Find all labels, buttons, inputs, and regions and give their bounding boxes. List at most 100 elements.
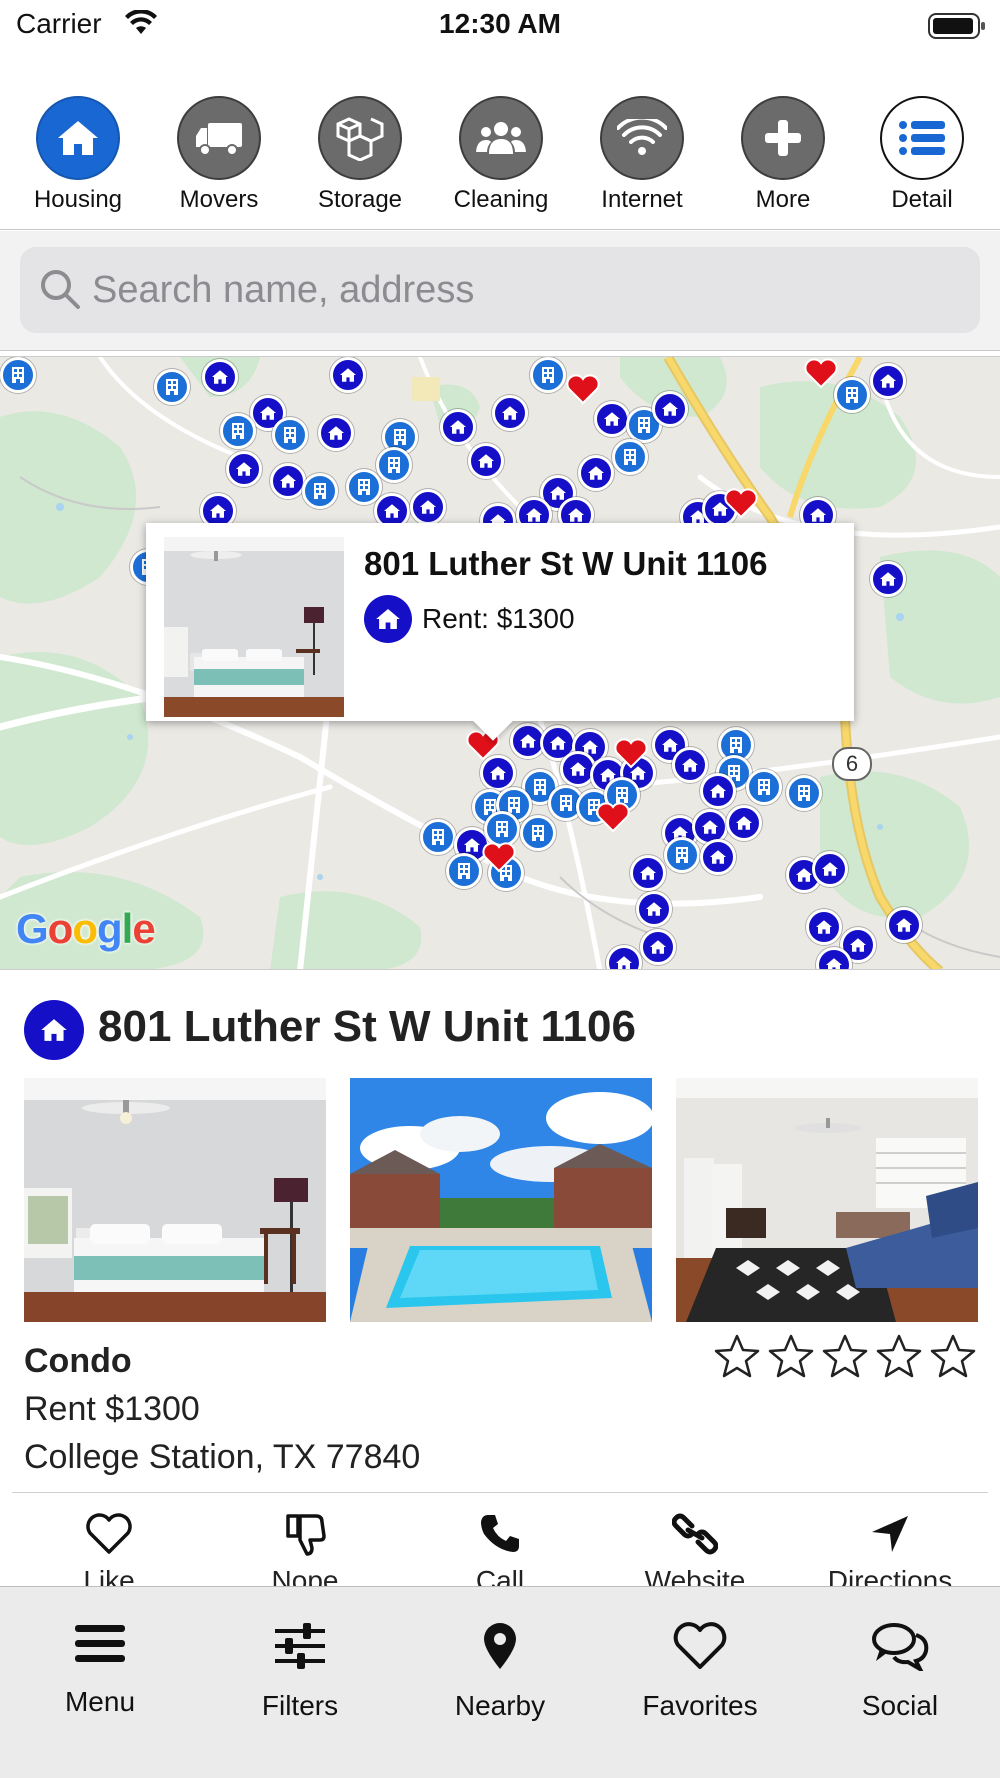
housing-marker[interactable] bbox=[468, 443, 504, 479]
housing-marker[interactable] bbox=[440, 409, 476, 445]
building-marker[interactable] bbox=[746, 769, 782, 805]
building-marker[interactable] bbox=[446, 853, 482, 889]
house-icon bbox=[478, 454, 494, 468]
building-icon bbox=[624, 449, 636, 465]
housing-marker[interactable] bbox=[330, 357, 366, 393]
category-movers[interactable]: Movers bbox=[149, 96, 289, 214]
favorite-heart-marker[interactable] bbox=[724, 487, 758, 519]
housing-marker[interactable] bbox=[886, 907, 922, 943]
building-marker[interactable] bbox=[272, 417, 308, 453]
star-outline-icon[interactable] bbox=[822, 1334, 868, 1378]
search-box[interactable] bbox=[20, 247, 980, 333]
category-circle bbox=[36, 96, 120, 180]
listing-photo-bedroom[interactable] bbox=[24, 1078, 326, 1322]
housing-marker[interactable] bbox=[652, 391, 688, 427]
favorite-heart-marker[interactable] bbox=[482, 841, 516, 873]
building-marker[interactable] bbox=[612, 439, 648, 475]
building-marker[interactable] bbox=[154, 369, 190, 405]
housing-marker[interactable] bbox=[594, 401, 630, 437]
favorite-heart-marker[interactable] bbox=[596, 801, 630, 833]
building-icon bbox=[758, 779, 770, 795]
listing-photo-pool[interactable] bbox=[350, 1078, 652, 1322]
star-outline-icon[interactable] bbox=[768, 1334, 814, 1378]
favorite-heart-marker[interactable] bbox=[804, 357, 838, 389]
housing-marker[interactable] bbox=[630, 855, 666, 891]
category-label: Storage bbox=[317, 186, 403, 213]
housing-marker[interactable] bbox=[700, 839, 736, 875]
category-housing[interactable]: Housing bbox=[8, 96, 148, 214]
housing-marker[interactable] bbox=[806, 909, 842, 945]
category-more[interactable]: More bbox=[713, 96, 853, 214]
popup-bedroom-photo[interactable] bbox=[164, 537, 344, 717]
building-marker[interactable] bbox=[0, 357, 36, 393]
building-marker[interactable] bbox=[664, 837, 700, 873]
housing-marker[interactable] bbox=[318, 415, 354, 451]
building-marker[interactable] bbox=[786, 775, 822, 811]
category-circle bbox=[600, 96, 684, 180]
housing-marker[interactable] bbox=[226, 451, 262, 487]
building-icon bbox=[560, 795, 572, 811]
call-button[interactable]: Call bbox=[425, 1512, 575, 1586]
navigation-arrow-icon bbox=[872, 1516, 908, 1552]
map-info-popup[interactable]: 801 Luther St W Unit 1106 Rent: $1300 bbox=[146, 523, 854, 741]
housing-marker[interactable] bbox=[870, 561, 906, 597]
list-icon bbox=[899, 121, 945, 155]
tab-social[interactable]: Social bbox=[810, 1621, 990, 1722]
housing-marker[interactable] bbox=[870, 363, 906, 399]
building-marker[interactable] bbox=[520, 815, 556, 851]
category-detail[interactable]: Detail bbox=[852, 96, 992, 214]
category-cleaning[interactable]: Cleaning bbox=[431, 96, 571, 214]
link-icon bbox=[671, 1513, 719, 1555]
tab-filters[interactable]: Filters bbox=[210, 1621, 390, 1722]
listing-photo-living-room[interactable] bbox=[676, 1078, 978, 1322]
category-label: Housing bbox=[33, 186, 123, 213]
star-outline-icon[interactable] bbox=[930, 1334, 976, 1378]
house-icon bbox=[212, 370, 228, 384]
housing-marker[interactable] bbox=[270, 463, 306, 499]
tab-nearby[interactable]: Nearby bbox=[410, 1621, 590, 1722]
tab-favorites[interactable]: Favorites bbox=[610, 1621, 790, 1722]
like-button[interactable]: Like bbox=[34, 1512, 184, 1586]
building-marker[interactable] bbox=[420, 819, 456, 855]
housing-marker[interactable] bbox=[492, 395, 528, 431]
star-outline-icon[interactable] bbox=[714, 1334, 760, 1378]
house-icon bbox=[710, 850, 726, 864]
nope-button[interactable]: Nope bbox=[230, 1512, 380, 1586]
website-button[interactable]: Website bbox=[620, 1512, 770, 1586]
tab-menu[interactable]: Menu bbox=[10, 1621, 190, 1718]
housing-marker[interactable] bbox=[636, 891, 672, 927]
housing-marker[interactable] bbox=[202, 359, 238, 395]
rating-stars[interactable] bbox=[714, 1334, 976, 1378]
popup-title: 801 Luther St W Unit 1106 bbox=[364, 545, 768, 582]
listing-detail: 801 Luther St W Unit 1106 Condo Rent $13… bbox=[0, 972, 1000, 1586]
housing-marker[interactable] bbox=[578, 455, 614, 491]
favorite-heart-marker[interactable] bbox=[614, 737, 648, 769]
building-icon bbox=[358, 479, 370, 495]
house-icon bbox=[810, 508, 826, 522]
housing-marker[interactable] bbox=[410, 489, 446, 525]
category-internet[interactable]: Internet bbox=[572, 96, 712, 214]
building-marker[interactable] bbox=[376, 447, 412, 483]
map-view[interactable]: 6 Google 801 Luther St W Unit 1106 Rent:… bbox=[0, 356, 1000, 970]
building-icon bbox=[432, 829, 444, 845]
house-icon bbox=[520, 734, 536, 748]
building-marker[interactable] bbox=[302, 473, 338, 509]
housing-marker[interactable] bbox=[700, 773, 736, 809]
housing-marker[interactable] bbox=[640, 929, 676, 965]
category-storage[interactable]: Storage bbox=[290, 96, 430, 214]
heart-outline-icon bbox=[86, 1513, 132, 1554]
house-icon bbox=[340, 368, 356, 382]
house-icon bbox=[710, 784, 726, 798]
building-marker[interactable] bbox=[220, 413, 256, 449]
housing-marker[interactable] bbox=[672, 747, 708, 783]
directions-button[interactable]: Directions bbox=[815, 1512, 965, 1586]
action-label: Nope bbox=[271, 1565, 339, 1586]
building-icon bbox=[532, 825, 544, 841]
star-outline-icon[interactable] bbox=[876, 1334, 922, 1378]
search-input[interactable] bbox=[92, 261, 952, 319]
favorite-heart-marker[interactable] bbox=[566, 373, 600, 405]
building-marker[interactable] bbox=[834, 377, 870, 413]
housing-marker[interactable] bbox=[812, 851, 848, 887]
housing-marker[interactable] bbox=[726, 805, 762, 841]
building-marker[interactable] bbox=[530, 357, 566, 393]
